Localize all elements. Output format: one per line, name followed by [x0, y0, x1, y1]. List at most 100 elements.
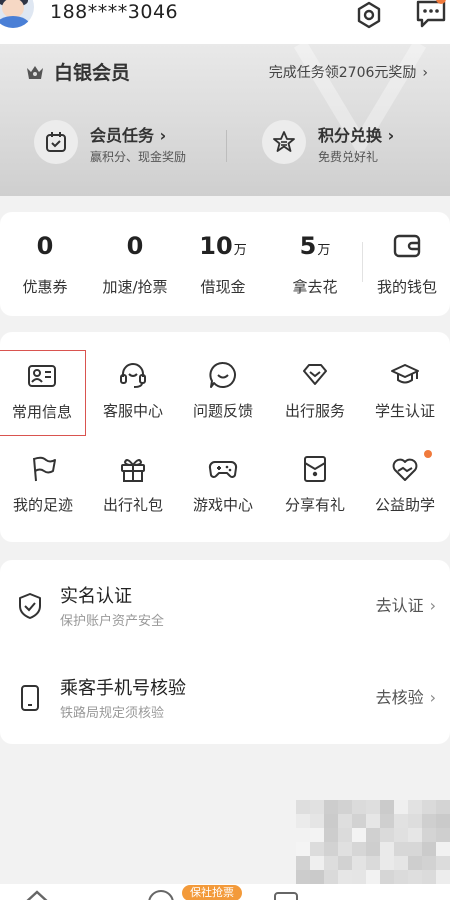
member-tasks-card[interactable]: 会员任务 › 赢积分、现金奖励 [34, 118, 224, 170]
wallet-stat[interactable]: 我的钱包 [362, 232, 450, 297]
service-customer-center[interactable]: 客服中心 [88, 350, 178, 436]
mosaic-tile [352, 842, 366, 856]
member-card: 白银会员 完成任务领2706元奖励 › 会员任务 › 赢积分、现金奖励 积分兑换 … [0, 44, 450, 196]
points-exchange-title: 积分兑换 › [318, 126, 395, 145]
service-label: 常用信息 [11, 403, 72, 421]
headset-icon [120, 363, 146, 388]
mosaic-tile [310, 814, 324, 828]
service-share-gift[interactable]: 分享有礼 [270, 444, 360, 530]
user-phone: 188****3046 [50, 1, 179, 23]
mosaic-tile [338, 800, 352, 814]
go-verify-button[interactable]: 去认证 › [376, 592, 436, 616]
mosaic-tile [408, 814, 422, 828]
mosaic-tile [296, 856, 310, 870]
service-label: 客服中心 [102, 402, 163, 420]
mosaic-tile [310, 870, 324, 884]
mosaic-tile [310, 800, 324, 814]
assets-panel: 0 优惠券 0 加速/抢票 10万 借现金 5万 拿去花 我的钱包 [0, 212, 450, 316]
mosaic-tile [422, 800, 436, 814]
row-title: 实名认证 [60, 586, 132, 607]
mosaic-tile [366, 842, 380, 856]
service-label: 出行礼包 [102, 496, 163, 514]
cash-loan-unit: 万 [233, 243, 247, 258]
home-tab-icon[interactable] [24, 890, 50, 900]
service-game-center[interactable]: 游戏中心 [178, 444, 268, 530]
mosaic-tile [338, 814, 352, 828]
mosaic-tile [436, 856, 450, 870]
service-common-info[interactable]: 常用信息 [0, 350, 86, 436]
service-label: 游戏中心 [192, 496, 253, 514]
phone-verify-row[interactable]: 乘客手机号核验 铁路局规定须核验 去核验 › [0, 660, 450, 742]
id-card-icon [28, 365, 56, 387]
mosaic-tile [380, 828, 394, 842]
points-exchange-subtitle: 免费兑好礼 [318, 150, 379, 164]
graduation-cap-icon [391, 364, 419, 384]
mosaic-tile [380, 842, 394, 856]
mosaic-tile [366, 800, 380, 814]
service-charity[interactable]: 公益助学 [360, 444, 450, 530]
mosaic-tile [366, 814, 380, 828]
mosaic-tile [394, 870, 408, 884]
mosaic-tile [366, 856, 380, 870]
settings-hex-icon[interactable] [354, 0, 384, 30]
charity-heart-icon [392, 458, 418, 481]
go-check-button[interactable]: 去核验 › [376, 684, 436, 708]
credit-stat[interactable]: 5万 拿去花 [270, 232, 360, 297]
mosaic-tile [380, 814, 394, 828]
mosaic-tile [380, 856, 394, 870]
nav-badge: 保社抢票 [182, 885, 242, 900]
mobile-phone-icon [21, 685, 39, 711]
gamepad-icon [208, 461, 238, 478]
coupon-count: 0 [36, 232, 54, 260]
service-feedback[interactable]: 问题反馈 [178, 350, 268, 436]
mosaic-tile [296, 842, 310, 856]
mosaic-tile [394, 828, 408, 842]
mosaic-tile [352, 828, 366, 842]
message-icon[interactable] [414, 0, 448, 30]
divider [226, 130, 227, 162]
mosaic-tile [366, 828, 380, 842]
service-student-auth[interactable]: 学生认证 [360, 350, 450, 436]
diamond-heart-icon [303, 364, 327, 385]
mosaic-tile [352, 800, 366, 814]
service-label: 我的足迹 [12, 496, 73, 514]
credit-amount: 5 [299, 232, 317, 260]
mosaic-tile [436, 828, 450, 842]
service-label: 公益助学 [374, 496, 435, 514]
service-travel[interactable]: 出行服务 [270, 350, 360, 436]
mosaic-tile [310, 856, 324, 870]
credit-unit: 万 [317, 243, 331, 258]
speedup-stat[interactable]: 0 加速/抢票 [90, 232, 180, 297]
flag-icon [33, 456, 56, 482]
mosaic-tile [310, 842, 324, 856]
cash-loan-stat[interactable]: 10万 借现金 [178, 232, 268, 297]
mosaic-tile [394, 842, 408, 856]
mosaic-tile [324, 800, 338, 814]
mosaic-tile [366, 870, 380, 884]
mosaic-tile [296, 828, 310, 842]
service-travel-gift[interactable]: 出行礼包 [88, 444, 178, 530]
cash-loan-label: 借现金 [200, 278, 246, 296]
calendar-check-icon [34, 120, 78, 164]
avatar[interactable] [0, 0, 34, 28]
service-label: 问题反馈 [192, 402, 253, 420]
tab-square-icon[interactable] [274, 892, 298, 900]
mosaic-tile [338, 828, 352, 842]
service-footprint[interactable]: 我的足迹 [0, 444, 88, 530]
mosaic-tile [352, 856, 366, 870]
mosaic-tile [422, 828, 436, 842]
task-reward-link[interactable]: 完成任务领2706元奖励 › [269, 62, 428, 82]
shield-check-icon [19, 593, 41, 619]
mosaic-tile [324, 870, 338, 884]
real-name-auth-row[interactable]: 实名认证 保护账户资产安全 去认证 › [0, 568, 450, 650]
points-exchange-card[interactable]: 积分兑换 › 免费兑好礼 [262, 118, 450, 170]
mosaic-tile [436, 800, 450, 814]
service-label: 分享有礼 [284, 496, 345, 514]
mosaic-tile [352, 870, 366, 884]
action-label: 去核验 [375, 688, 424, 707]
mosaic-tile [422, 856, 436, 870]
coupon-stat[interactable]: 0 优惠券 [0, 232, 90, 297]
credit-label: 拿去花 [292, 278, 338, 296]
speedup-label: 加速/抢票 [102, 278, 168, 296]
chevron-right-icon: › [429, 688, 436, 707]
